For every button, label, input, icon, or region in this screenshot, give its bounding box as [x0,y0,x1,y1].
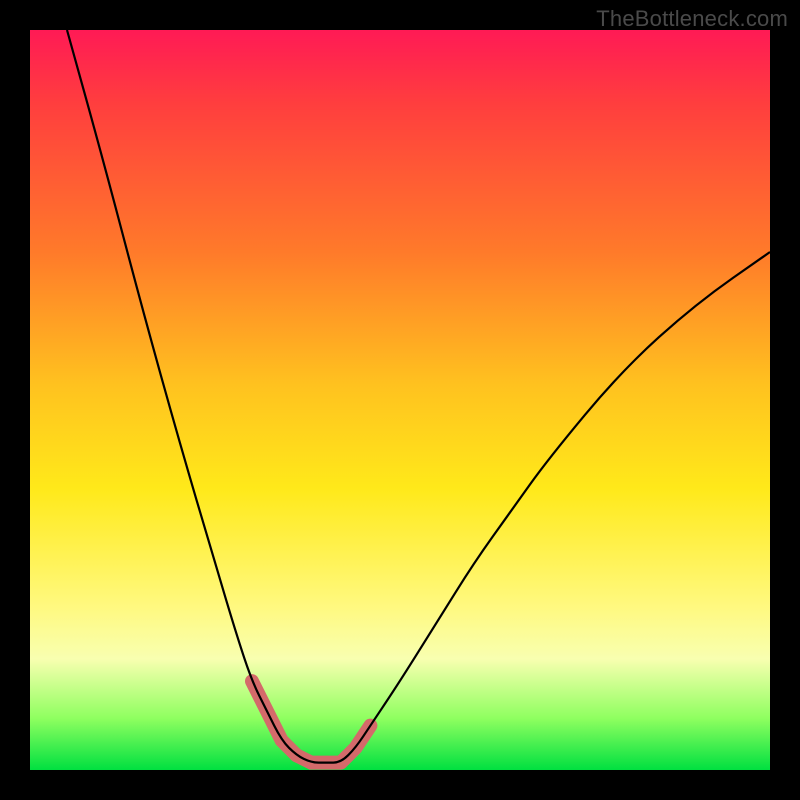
plot-area [30,30,770,770]
bottleneck-curve [67,30,770,763]
watermark-text: TheBottleneck.com [596,6,788,32]
curve-svg [30,30,770,770]
chart-frame: TheBottleneck.com [0,0,800,800]
